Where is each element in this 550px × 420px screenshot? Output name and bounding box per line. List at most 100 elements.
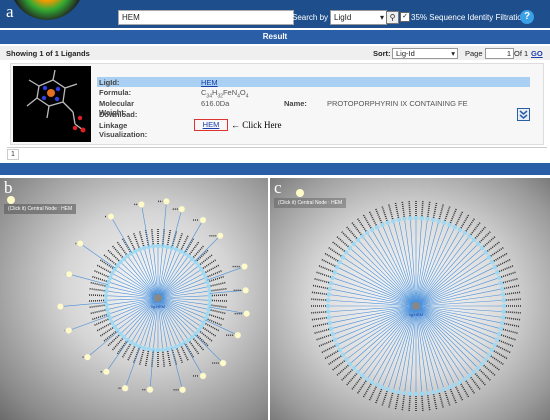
ligand-node bbox=[84, 353, 91, 361]
pdb-node bbox=[205, 279, 210, 285]
node-label-mark bbox=[323, 252, 339, 262]
network-edge bbox=[112, 273, 159, 299]
node-label-mark bbox=[490, 355, 505, 366]
network-edge bbox=[69, 273, 108, 285]
network-edge bbox=[415, 305, 479, 369]
network-edge bbox=[336, 305, 417, 346]
node-label-mark bbox=[310, 298, 327, 301]
mw-value: 616.0Da bbox=[201, 99, 230, 108]
pdb-node bbox=[205, 311, 210, 317]
node-label-mark bbox=[408, 395, 411, 412]
pdb-node bbox=[206, 284, 211, 289]
node-label-mark bbox=[171, 230, 178, 247]
node-label-mark bbox=[394, 201, 400, 218]
network-edge bbox=[206, 266, 245, 281]
node-label-mark bbox=[162, 351, 166, 368]
node-label-mark bbox=[504, 284, 521, 290]
node-label-mark bbox=[345, 373, 358, 387]
node-label-mark bbox=[374, 388, 383, 405]
node-label-mark bbox=[438, 203, 445, 220]
search-input[interactable]: HEM bbox=[118, 10, 294, 25]
pdb-node bbox=[327, 320, 332, 326]
page-input[interactable]: 1 bbox=[485, 48, 514, 59]
ligand-node bbox=[242, 286, 250, 294]
node-label-mark bbox=[421, 200, 424, 217]
pdb-node bbox=[155, 347, 161, 353]
node-label-mark bbox=[432, 201, 438, 218]
download-arrow-icon[interactable] bbox=[517, 108, 530, 121]
node-label-mark bbox=[166, 350, 172, 368]
pdb-node bbox=[498, 326, 504, 332]
ligand-node bbox=[216, 232, 224, 240]
sort-value: Lig-Id bbox=[396, 49, 415, 58]
filter-checkbox[interactable]: ✓ bbox=[400, 12, 410, 22]
node-label-mark bbox=[311, 284, 328, 290]
node-label-mark bbox=[465, 217, 476, 232]
pdb-node bbox=[407, 215, 413, 221]
node-label-mark bbox=[444, 205, 451, 222]
pdb-node bbox=[330, 275, 335, 281]
ligand-node bbox=[146, 386, 154, 394]
node-label-mark bbox=[356, 217, 367, 232]
pdb-node bbox=[107, 275, 113, 280]
ligand-node bbox=[76, 240, 84, 247]
ligid-label: LigId: bbox=[99, 78, 120, 87]
central-node-box[interactable]: (Click it) Central Node : HEM bbox=[274, 189, 347, 208]
search-button[interactable]: ⚲ bbox=[386, 11, 399, 24]
pdb-node bbox=[501, 309, 507, 315]
ligand-network-graph: lig:HEM bbox=[310, 200, 522, 412]
pdb-node bbox=[447, 385, 452, 390]
node-label-mark bbox=[502, 328, 519, 335]
node-label-mark bbox=[310, 311, 327, 314]
network-edge bbox=[415, 243, 479, 307]
node-label-mark bbox=[315, 271, 332, 278]
node-label-mark bbox=[211, 304, 228, 309]
node-label-mark bbox=[205, 322, 221, 332]
node-label-mark bbox=[408, 200, 411, 217]
pdb-node bbox=[385, 220, 391, 225]
ligand-network-graph: lig:HEM bbox=[56, 197, 251, 394]
pdb-node bbox=[330, 331, 335, 337]
pdb-node bbox=[105, 307, 110, 312]
pdb-node bbox=[203, 275, 209, 280]
node-label-mark bbox=[211, 287, 228, 292]
click-here-annotation: ← Click Here bbox=[231, 120, 282, 130]
pdb-node bbox=[146, 346, 152, 352]
linkage-link-label: HEM bbox=[202, 120, 220, 129]
ligand-node bbox=[234, 331, 242, 339]
formula-label: Formula: bbox=[99, 88, 132, 97]
linkage-visualization-link[interactable]: HEM bbox=[194, 119, 228, 131]
pdb-node bbox=[104, 288, 109, 294]
node-label-mark bbox=[211, 299, 228, 302]
search-by-select[interactable]: LigId ▾ bbox=[330, 10, 387, 25]
node-label-mark bbox=[505, 311, 522, 314]
ligand-node bbox=[121, 384, 129, 392]
node-label-mark bbox=[210, 281, 227, 287]
linkage-label: Linkage Visualization: bbox=[99, 121, 148, 139]
node-label-mark bbox=[483, 235, 497, 248]
node-label-mark bbox=[362, 213, 372, 229]
go-button[interactable]: GO bbox=[531, 49, 543, 58]
network-edge bbox=[149, 349, 154, 390]
sort-select[interactable]: Lig-Id ▾ bbox=[392, 48, 458, 59]
node-label-mark bbox=[95, 322, 111, 332]
ligand-node bbox=[65, 327, 73, 334]
central-hub-node bbox=[154, 294, 162, 302]
node-label-mark bbox=[207, 269, 223, 278]
node-label-mark bbox=[350, 376, 362, 391]
pdb-node bbox=[500, 315, 506, 320]
pdb-node bbox=[325, 309, 331, 315]
ligid-link[interactable]: HEM bbox=[201, 78, 218, 87]
node-label-mark bbox=[323, 350, 339, 360]
pdb-node bbox=[327, 286, 332, 292]
network-edge bbox=[141, 204, 150, 247]
results-count: Showing 1 of 1 Ligands bbox=[6, 49, 90, 58]
node-label-mark bbox=[368, 210, 377, 226]
node-label-mark bbox=[490, 246, 505, 257]
node-label-mark bbox=[493, 252, 509, 262]
network-edge bbox=[194, 334, 224, 364]
help-icon[interactable]: ? bbox=[520, 10, 534, 24]
page-number-button[interactable]: 1 bbox=[7, 149, 19, 160]
central-node-box[interactable]: (Click it) Central Node : HEM bbox=[4, 196, 77, 214]
central-node-label: (Click it) Central Node : HEM bbox=[8, 206, 73, 212]
